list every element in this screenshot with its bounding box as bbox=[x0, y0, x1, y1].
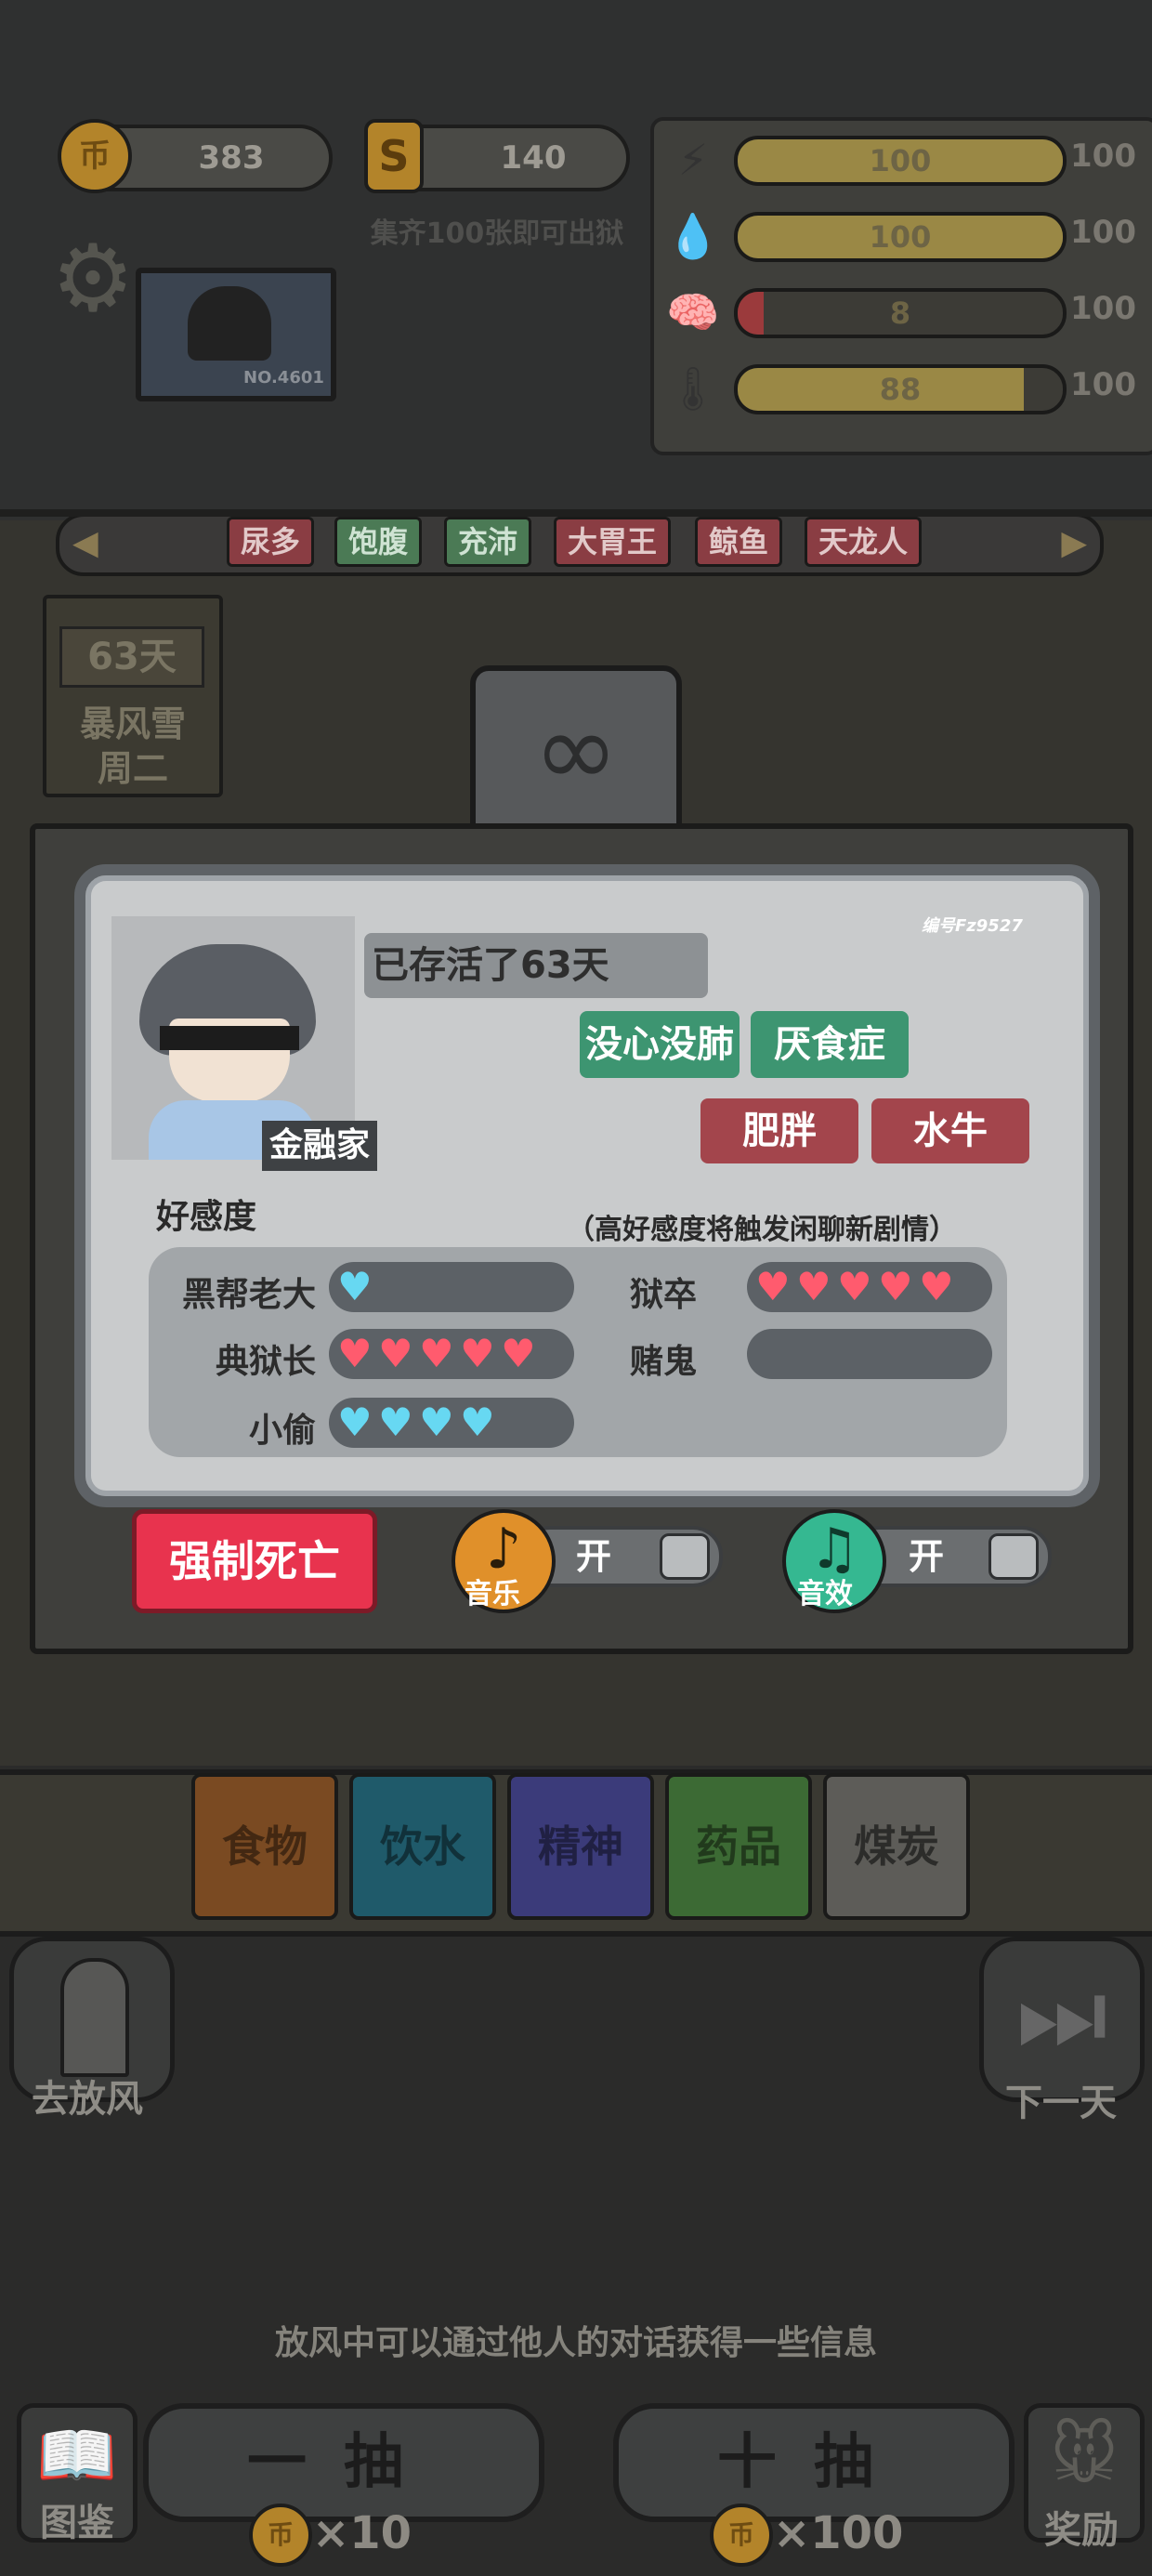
mental-category[interactable]: 精神 bbox=[507, 1773, 654, 1920]
prisoner-monitor: NO.4601 bbox=[136, 268, 336, 401]
food-category[interactable]: 食物 bbox=[191, 1773, 338, 1920]
single-draw-button[interactable]: 一抽 bbox=[143, 2403, 544, 2522]
affinity-name: 狱卒 bbox=[629, 1276, 697, 1314]
heart-icon: ♥ bbox=[419, 1400, 454, 1445]
coal-category[interactable]: 煤炭 bbox=[823, 1773, 970, 1920]
heart-icon: ♥ bbox=[337, 1331, 373, 1376]
lightning-icon: ⚡ bbox=[677, 135, 709, 185]
heart-icon: ♥ bbox=[837, 1264, 872, 1309]
heart-icon: ♥ bbox=[460, 1331, 495, 1376]
stat-max: 100 bbox=[1070, 214, 1136, 251]
prisoner-number: NO.4601 bbox=[243, 368, 324, 388]
affinity-name: 小偷 bbox=[248, 1412, 316, 1450]
prisoner-portrait bbox=[188, 286, 271, 361]
water-drop-icon: 💧 bbox=[666, 211, 720, 261]
calendar-weather: 暴风雪 bbox=[79, 703, 186, 744]
affinity-bar: ♥ ♥ ♥ ♥ ♥ bbox=[747, 1262, 992, 1312]
book-icon: 📖 bbox=[36, 2417, 118, 2493]
role-label: 金融家 bbox=[262, 1121, 378, 1171]
heart-icon: ♥ bbox=[337, 1400, 373, 1445]
stat-value: 8 bbox=[889, 296, 911, 331]
heart-icon: ♥ bbox=[419, 1331, 454, 1376]
single-cost: ×10 bbox=[312, 2507, 412, 2559]
stat-value: 88 bbox=[879, 372, 922, 407]
stat-bar: 100 bbox=[734, 136, 1067, 186]
calendar-weekday: 周二 bbox=[97, 748, 168, 789]
heart-icon: ♥ bbox=[337, 1264, 373, 1309]
door-icon bbox=[60, 1958, 129, 2077]
stat-value: 100 bbox=[869, 219, 932, 255]
avatar-blindfold bbox=[160, 1026, 299, 1050]
stat-bar: 100 bbox=[734, 212, 1067, 262]
affinity-name: 黑帮老大 bbox=[181, 1276, 316, 1314]
affinity-name: 典狱长 bbox=[215, 1343, 316, 1381]
survival-days: 已存活了63天 bbox=[364, 933, 708, 998]
serial-number: 编号Fz9527 bbox=[922, 916, 1023, 936]
music-label: 音乐 bbox=[465, 1578, 520, 1610]
yard-label: 去放风 bbox=[32, 2078, 143, 2121]
ten-cost: ×100 bbox=[773, 2507, 904, 2559]
stat-value: 100 bbox=[869, 143, 932, 178]
brain-icon: 🧠 bbox=[666, 287, 720, 337]
heart-icon: ♥ bbox=[796, 1264, 831, 1309]
calendar-day: 63天 bbox=[59, 626, 204, 688]
gear-icon[interactable]: ⚙ bbox=[41, 227, 145, 331]
collect-hint: 集齐100张即可出狱 bbox=[370, 217, 624, 250]
calendar-board: 63天 暴风雪 周二 bbox=[43, 595, 223, 797]
medicine-category[interactable]: 药品 bbox=[665, 1773, 812, 1920]
album-label: 图鉴 bbox=[40, 2502, 114, 2544]
heart-icon: ♥ bbox=[501, 1331, 536, 1376]
affinity-bar bbox=[747, 1329, 992, 1379]
affinity-name: 赌鬼 bbox=[629, 1343, 697, 1381]
ticket-icon: S bbox=[364, 119, 424, 193]
music-toggle-knob[interactable] bbox=[660, 1533, 710, 1580]
ten-cost-coin-icon: 币 bbox=[710, 2504, 773, 2567]
heart-icon: ♥ bbox=[919, 1264, 954, 1309]
sfx-label: 音效 bbox=[797, 1578, 853, 1610]
trait-negative-1: 肥胖 bbox=[700, 1098, 858, 1163]
music-state: 开 bbox=[576, 1536, 612, 1577]
skip-icon: ⏭ bbox=[1015, 1954, 1108, 2073]
robot-head: ∞ bbox=[470, 665, 682, 844]
thermometer-icon: 🌡 bbox=[665, 363, 721, 414]
affinity-bar: ♥ ♥ ♥ ♥ ♥ bbox=[329, 1329, 574, 1379]
single-cost-coin-icon: 币 bbox=[249, 2504, 312, 2567]
force-death-button[interactable]: 强制死亡 bbox=[132, 1509, 377, 1613]
stat-max: 100 bbox=[1070, 138, 1136, 175]
affinity-bar: ♥ bbox=[329, 1262, 574, 1312]
ticket-count: 140 bbox=[500, 139, 567, 177]
affinity-bar: ♥ ♥ ♥ ♥ bbox=[329, 1398, 574, 1448]
trait-positive-1: 没心没肺 bbox=[580, 1011, 740, 1078]
reward-label: 奖励 bbox=[1044, 2509, 1119, 2552]
water-category[interactable]: 饮水 bbox=[349, 1773, 496, 1920]
sfx-state: 开 bbox=[909, 1536, 945, 1577]
heart-icon: ♥ bbox=[378, 1331, 413, 1376]
heart-icon: ♥ bbox=[878, 1264, 913, 1309]
sfx-toggle-knob[interactable] bbox=[988, 1533, 1039, 1580]
stat-bar: 88 bbox=[734, 364, 1067, 414]
heart-icon: ♥ bbox=[378, 1400, 413, 1445]
trait-positive-2: 厌食症 bbox=[751, 1011, 909, 1078]
mouse-icon: 🐭 bbox=[1050, 2417, 1119, 2493]
affinity-title: 好感度 bbox=[156, 1198, 257, 1236]
stat-bar: 8 bbox=[734, 288, 1067, 338]
infinity-icon: ∞ bbox=[533, 690, 619, 809]
stat-max: 100 bbox=[1070, 290, 1136, 327]
trait-negative-2: 水牛 bbox=[871, 1098, 1029, 1163]
coin-count: 383 bbox=[198, 139, 265, 177]
stat-max: 100 bbox=[1070, 366, 1136, 403]
next-day-label: 下一天 bbox=[1005, 2082, 1117, 2124]
coin-icon: 币 bbox=[58, 119, 132, 193]
affinity-hint: （高好感度将触发闲聊新剧情） bbox=[567, 1214, 957, 1246]
ten-draw-button[interactable]: 十抽 bbox=[613, 2403, 1015, 2522]
heart-icon: ♥ bbox=[460, 1400, 495, 1445]
tip-text: 放风中可以通过他人的对话获得一些信息 bbox=[274, 2324, 877, 2362]
heart-icon: ♥ bbox=[755, 1264, 791, 1309]
